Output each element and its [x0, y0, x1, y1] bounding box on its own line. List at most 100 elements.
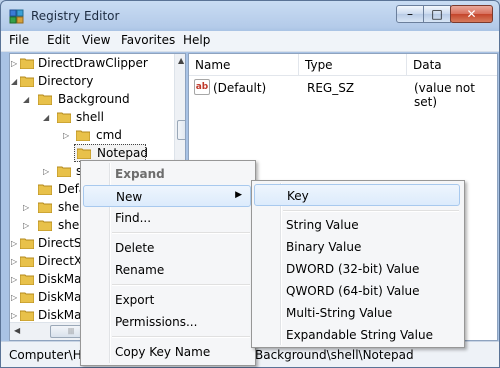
collapse-arrow-icon[interactable]: ◢ [43, 113, 49, 122]
menu-item-label: New [116, 190, 143, 204]
tree-item[interactable]: ▷ cmd [10, 126, 174, 144]
menu-item-permissions[interactable]: Permissions... [83, 311, 251, 333]
menu-item-new[interactable]: New ▶ [83, 185, 251, 207]
menu-file[interactable]: File [9, 33, 29, 47]
menu-favorites[interactable]: Favorites [121, 33, 175, 47]
folder-icon [20, 274, 34, 285]
tree-item[interactable]: ◢ Background [10, 90, 174, 108]
value-type: REG_SZ [307, 81, 355, 95]
folder-icon [38, 184, 52, 195]
submenu-item-binary-value[interactable]: Binary Value [254, 236, 460, 258]
tree-item-label: cmd [96, 128, 122, 142]
menu-item-label: Multi-String Value [286, 306, 393, 320]
submenu-item-string-value[interactable]: String Value [254, 214, 460, 236]
context-menu: Expand New ▶ Find... Delete Rename Expor… [80, 160, 256, 366]
value-data: (value not set) [414, 81, 475, 109]
title-bar[interactable]: Registry Editor – □ ✕ [1, 1, 499, 31]
folder-icon [20, 256, 34, 267]
submenu-item-qword-value[interactable]: QWORD (64-bit) Value [254, 280, 460, 302]
folder-icon [57, 166, 71, 177]
tree-item-label: Directory [38, 74, 94, 88]
scroll-up-arrow-icon[interactable]: ▲ [178, 56, 184, 65]
tree-item[interactable]: ▷ DirectDrawClipper [10, 54, 174, 72]
tree-item-label: Notepad [97, 146, 148, 160]
tree-item-label: shell [76, 110, 104, 124]
menu-item-label: Expandable String Value [286, 328, 433, 342]
status-path-end: Background\shell\Notepad [255, 348, 414, 362]
menu-item-label: DWORD (32-bit) Value [286, 262, 420, 276]
menu-separator [112, 232, 250, 234]
tree-item[interactable]: ◢ Directory [10, 72, 174, 90]
folder-open-icon [38, 94, 52, 105]
folder-icon [20, 310, 34, 321]
folder-icon [76, 130, 90, 141]
new-submenu: Key String Value Binary Value DWORD (32-… [251, 180, 465, 348]
folder-icon [20, 58, 34, 69]
menu-bar: File Edit View Favorites Help [1, 31, 499, 52]
folder-icon [77, 148, 91, 159]
menu-item-find[interactable]: Find... [83, 207, 251, 229]
window-title: Registry Editor [31, 9, 120, 23]
menu-item-label: Expand [115, 167, 165, 181]
menu-item-label: Find... [115, 211, 152, 225]
menu-separator [283, 210, 459, 212]
menu-item-label: Rename [115, 263, 165, 277]
menu-edit[interactable]: Edit [47, 33, 70, 47]
column-header-type[interactable]: Type [299, 54, 407, 76]
menu-item-label: QWORD (64-bit) Value [286, 284, 420, 298]
status-path-start: Computer\HI [9, 348, 86, 362]
minimize-button[interactable]: – [396, 5, 424, 23]
expand-arrow-icon[interactable]: ▷ [11, 257, 17, 266]
submenu-arrow-icon: ▶ [235, 190, 242, 200]
menu-item-label: Delete [115, 241, 155, 255]
submenu-item-expandable-string-value[interactable]: Expandable String Value [254, 324, 460, 346]
tree-item-label: DirectDrawClipper [38, 56, 148, 70]
menu-view[interactable]: View [82, 33, 110, 47]
submenu-item-dword-value[interactable]: DWORD (32-bit) Value [254, 258, 460, 280]
tree-item[interactable]: ◢ shell [10, 108, 174, 126]
tree-item-label: Background [58, 92, 130, 106]
menu-item-label: String Value [286, 218, 359, 232]
menu-item-expand[interactable]: Expand [83, 163, 251, 185]
menu-item-label: Key [287, 189, 309, 203]
menu-item-rename[interactable]: Rename [83, 259, 251, 281]
expand-arrow-icon[interactable]: ▷ [11, 293, 17, 302]
folder-icon [20, 292, 34, 303]
expand-arrow-icon[interactable]: ▷ [23, 203, 29, 212]
menu-item-copy-key-name[interactable]: Copy Key Name [83, 341, 251, 363]
menu-item-label: Copy Key Name [115, 345, 211, 359]
expand-arrow-icon[interactable]: ▷ [63, 131, 69, 140]
expand-arrow-icon[interactable]: ▷ [11, 239, 17, 248]
menu-item-label: Export [115, 293, 155, 307]
folder-icon [20, 238, 34, 249]
collapse-arrow-icon[interactable]: ◢ [11, 77, 17, 86]
menu-help[interactable]: Help [183, 33, 210, 47]
maximize-icon: □ [431, 7, 443, 21]
expand-arrow-icon[interactable]: ▷ [11, 275, 17, 284]
tree-item-label: shel [58, 218, 83, 232]
submenu-item-key[interactable]: Key [254, 184, 460, 206]
expand-arrow-icon[interactable]: ▷ [23, 221, 29, 230]
column-header-name[interactable]: Name [189, 54, 299, 76]
scroll-thumb[interactable] [177, 120, 185, 140]
ab-string-icon: ab [194, 79, 210, 95]
value-name[interactable]: (Default) [213, 81, 266, 99]
tree-item-label: shel [58, 200, 83, 214]
menu-separator [112, 284, 250, 286]
close-button[interactable]: ✕ [450, 5, 493, 23]
expand-arrow-icon[interactable]: ▷ [11, 311, 17, 320]
registry-app-icon [9, 9, 24, 24]
expand-arrow-icon[interactable]: ▷ [11, 59, 17, 68]
folder-icon [38, 202, 52, 213]
folder-icon [38, 220, 52, 231]
scroll-left-arrow-icon[interactable]: ◀ [14, 326, 20, 335]
collapse-arrow-icon[interactable]: ◢ [23, 95, 29, 104]
submenu-item-multi-string-value[interactable]: Multi-String Value [254, 302, 460, 324]
menu-item-delete[interactable]: Delete [83, 237, 251, 259]
column-header-data[interactable]: Data [407, 54, 497, 76]
minimize-icon: – [407, 7, 413, 21]
menu-item-export[interactable]: Export [83, 289, 251, 311]
maximize-button[interactable]: □ [423, 5, 451, 23]
menu-separator [112, 336, 250, 338]
expand-arrow-icon[interactable]: ▷ [43, 167, 49, 176]
